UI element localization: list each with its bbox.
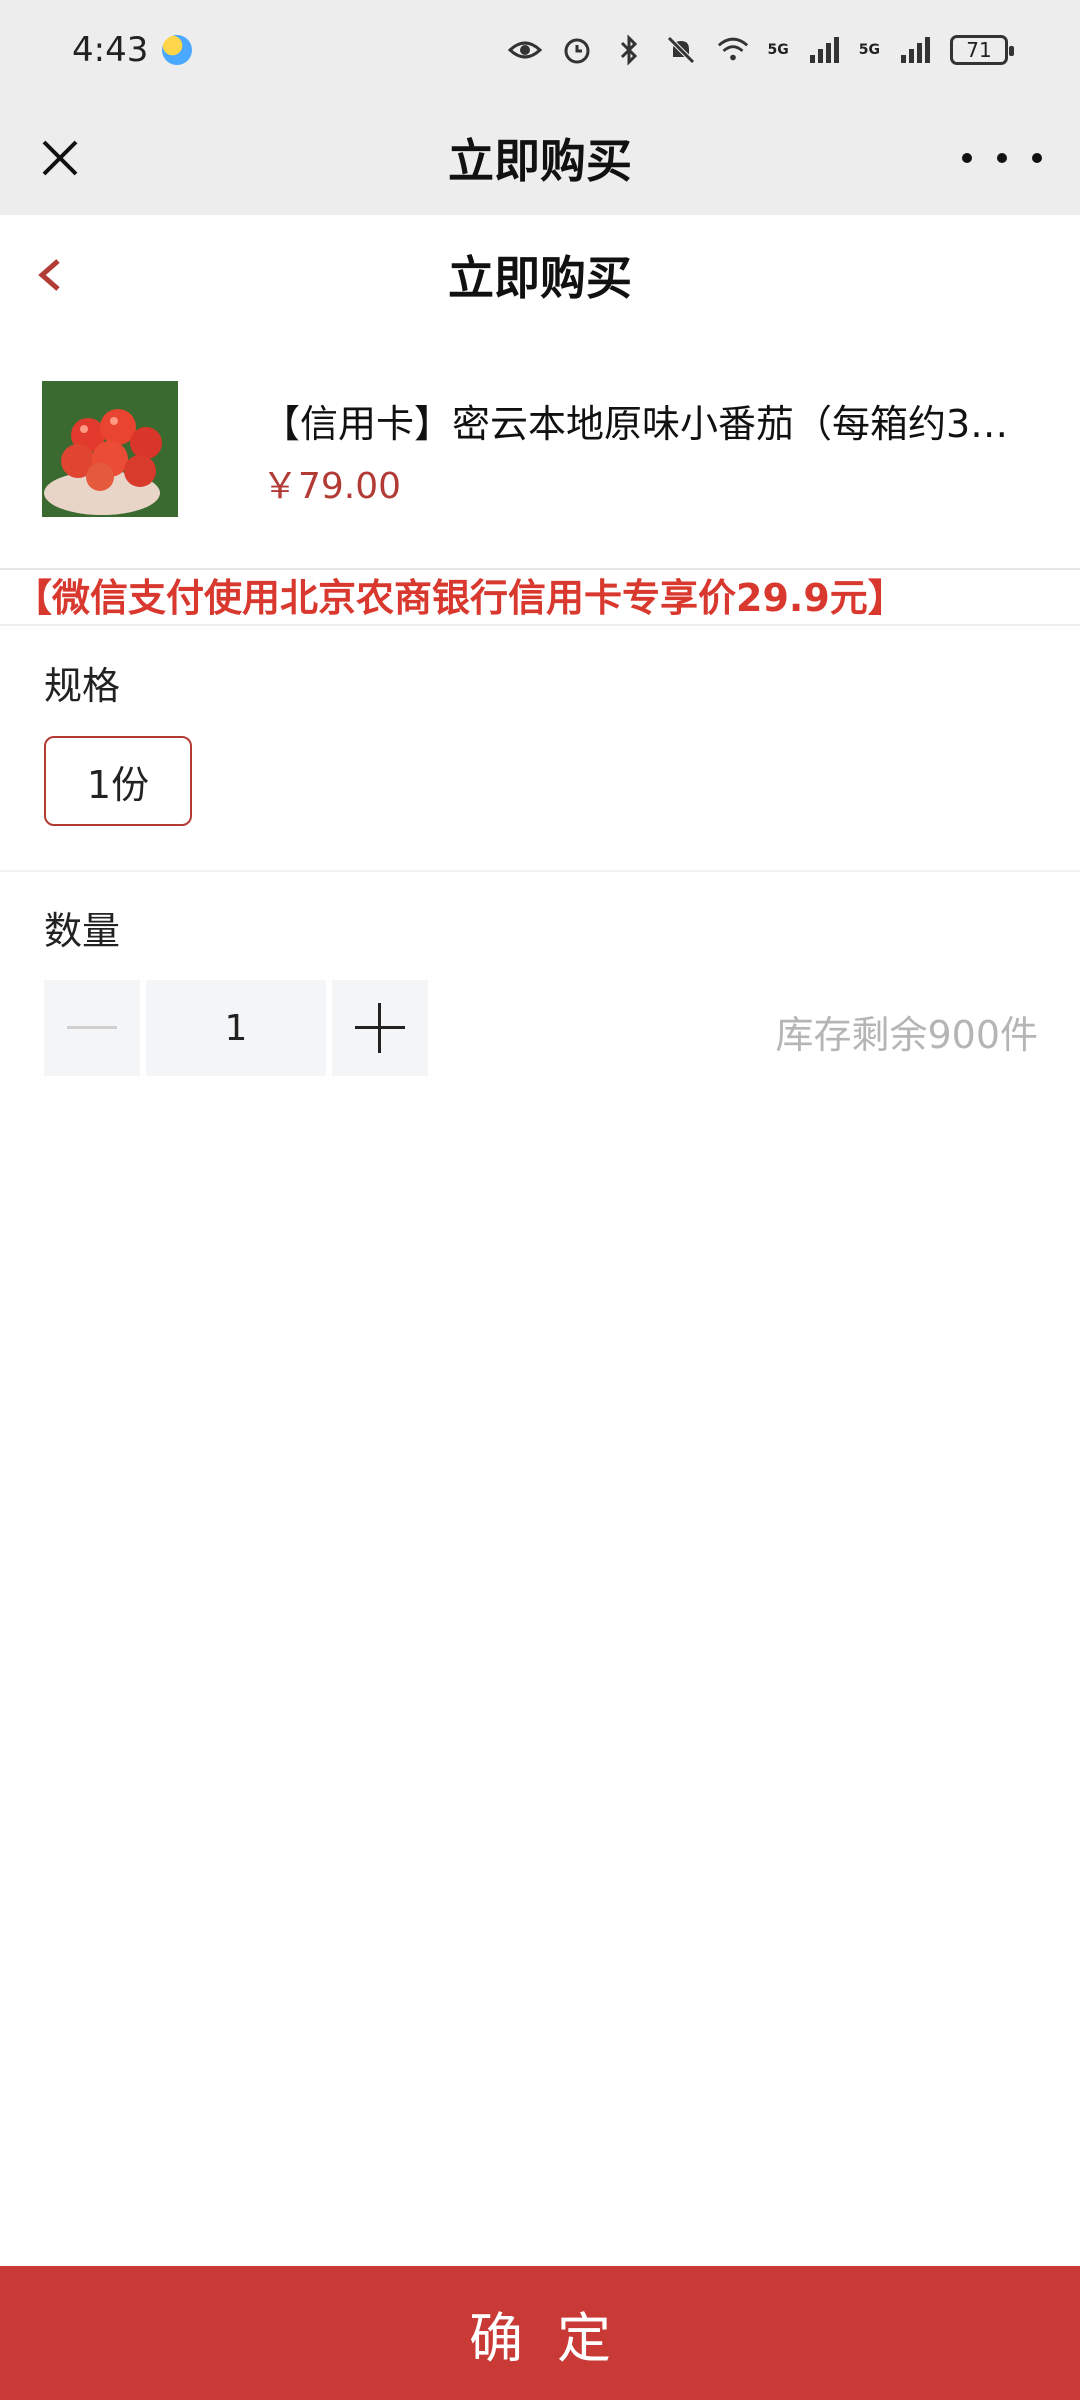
minus-icon (67, 1026, 117, 1029)
more-options-icon[interactable] (962, 128, 1042, 188)
quantity-stepper: 1 (44, 980, 428, 1076)
confirm-button[interactable]: 确定 (0, 2266, 1080, 2400)
status-icons: 5G 5G 71 (507, 33, 1014, 67)
eye-icon (507, 33, 542, 67)
bluetooth-icon (612, 33, 646, 67)
close-icon[interactable] (30, 128, 90, 188)
promo-banner: 【微信支付使用北京农商银行信用卡专享价29.9元】 (0, 572, 1080, 626)
back-chevron-icon[interactable] (22, 245, 82, 305)
titlebar-title: 立即购买 (448, 133, 632, 188)
signal-icon-2 (898, 33, 932, 67)
alarm-icon (560, 33, 594, 67)
product-summary: 【信用卡】密云本地原味小番茄（每箱约3… ￥79.00 (0, 345, 1080, 570)
mute-bell-icon (664, 33, 698, 67)
network-type-2: 5G (858, 42, 880, 58)
app-notification-icon (162, 35, 193, 65)
page-title: 立即购买 (448, 251, 632, 305)
product-name: 【信用卡】密云本地原味小番茄（每箱约3… (262, 402, 1009, 446)
product-image (42, 381, 178, 517)
status-time: 4:43 (72, 30, 149, 70)
spec-label: 规格 (44, 664, 121, 708)
spec-option-1[interactable]: 1份 (44, 736, 192, 826)
network-type-1: 5G (767, 42, 789, 58)
decrease-button[interactable] (44, 980, 140, 1076)
increase-button[interactable] (332, 980, 428, 1076)
section-divider (0, 870, 1080, 872)
plus-icon (355, 1003, 405, 1053)
stock-remaining: 库存剩余900件 (775, 1013, 1038, 1057)
quantity-value[interactable]: 1 (146, 980, 326, 1076)
battery-icon: 71 (950, 35, 1014, 65)
status-bar: 4:43 5G 5G 71 (0, 0, 1080, 100)
wifi-icon (716, 33, 750, 67)
battery-level: 71 (966, 38, 992, 62)
page-header: 立即购买 (0, 215, 1080, 335)
signal-icon-1 (807, 33, 841, 67)
mini-program-titlebar: 立即购买 (0, 100, 1080, 215)
product-price: ￥79.00 (262, 466, 402, 507)
quantity-label: 数量 (44, 909, 121, 953)
